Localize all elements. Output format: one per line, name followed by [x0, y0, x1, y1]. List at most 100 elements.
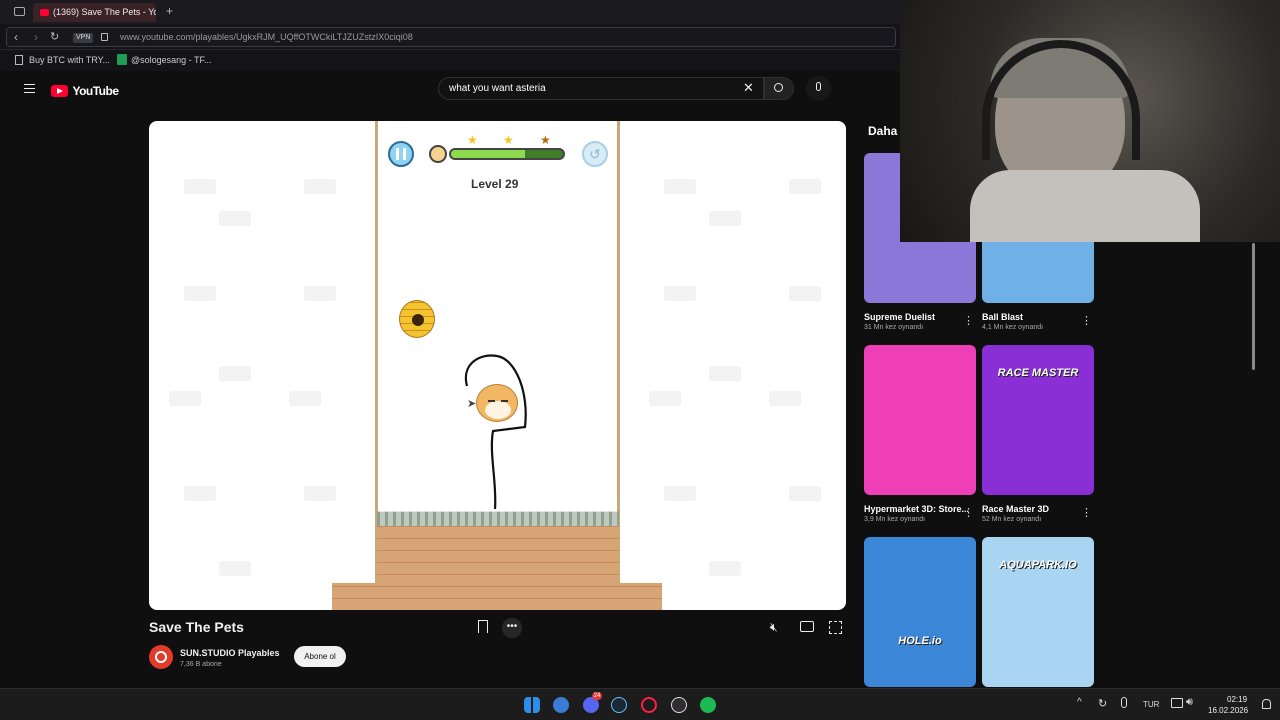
new-tab-button[interactable]: + — [163, 5, 176, 18]
bookmark-item[interactable]: @sologesang - TF... — [131, 55, 212, 65]
background-brick — [709, 366, 741, 381]
volume-icon[interactable]: 🔊︎ — [1186, 696, 1193, 709]
network-icon[interactable] — [1171, 698, 1183, 708]
video-title: Save The Pets — [149, 619, 244, 635]
game-card-title[interactable]: Hypermarket 3D: Store... — [864, 504, 969, 514]
background-brick — [304, 286, 336, 301]
brick-ground — [377, 526, 619, 610]
background-brick — [184, 286, 216, 301]
card-more-icon[interactable]: ⋮ — [1081, 315, 1092, 327]
ink-meter — [429, 145, 566, 163]
tray-chevron-icon[interactable]: ^ — [1077, 697, 1082, 708]
card-banner-text: HOLE.io — [898, 635, 942, 647]
background-brick — [709, 561, 741, 576]
channel-name[interactable]: SUN.STUDIO Playables — [180, 648, 280, 658]
game-card-title[interactable]: Race Master 3D — [982, 504, 1049, 514]
steam-icon[interactable] — [611, 697, 627, 713]
save-bookmark-button[interactable] — [476, 620, 490, 635]
notification-icon[interactable] — [1262, 699, 1271, 709]
theater-mode-icon[interactable] — [800, 621, 814, 632]
discord-badge: 24 — [592, 692, 602, 700]
more-actions-button[interactable]: ••• — [502, 618, 522, 638]
clock-date[interactable]: 16.02.2026 — [1208, 706, 1248, 715]
game-card-title[interactable]: Ball Blast — [982, 312, 1023, 322]
dog-pet-icon — [476, 384, 518, 422]
reload-icon[interactable]: ↻ — [50, 30, 59, 43]
bookmark-item[interactable]: Buy BTC with TRY... — [29, 55, 110, 65]
card-more-icon[interactable]: ⋮ — [963, 507, 974, 519]
shirt — [970, 170, 1200, 242]
subscribe-button[interactable]: Abone ol — [294, 646, 346, 667]
back-icon[interactable]: ‹ — [14, 30, 18, 44]
clock-time[interactable]: 02:19 — [1227, 695, 1247, 704]
game-card-thumbnail[interactable]: HOLE.io — [864, 537, 976, 687]
background-brick — [184, 179, 216, 194]
discord-icon[interactable]: 24 — [583, 692, 602, 713]
clear-search-icon[interactable]: ✕ — [743, 81, 754, 95]
background-brick — [184, 486, 216, 501]
sidebar-scrollbar[interactable] — [1252, 243, 1255, 370]
restart-button[interactable]: ↺ — [582, 141, 608, 167]
youtube-logo-text: YouTube — [72, 83, 119, 98]
mouse-cursor-icon: ➤ — [467, 398, 477, 410]
level-label: Level 29 — [471, 177, 519, 191]
spotify-icon[interactable] — [700, 697, 716, 713]
search-input[interactable]: what you want asteria — [438, 77, 764, 100]
beehive-icon — [399, 300, 435, 338]
windows-start-icon[interactable] — [524, 697, 540, 713]
menu-icon[interactable] — [24, 84, 35, 93]
subscriber-count: 7,36 B abone — [180, 661, 222, 668]
background-brick — [219, 211, 251, 226]
app-icon[interactable] — [553, 697, 569, 713]
game-canvas[interactable]: ★ ★ ★ ↺ Level 29 ➤ — [149, 121, 846, 610]
background-brick — [769, 391, 801, 406]
voice-search-button[interactable] — [806, 76, 831, 101]
mute-icon[interactable]: 🔇︎ — [770, 620, 778, 635]
game-card-thumbnail[interactable]: AQUAPARK.IO — [982, 537, 1094, 687]
tab-active[interactable]: (1369) Save The Pets - Yo — [33, 3, 156, 22]
card-more-icon[interactable]: ⋮ — [963, 315, 974, 327]
search-icon — [774, 83, 783, 92]
url-text[interactable]: www.youtube.com/playables/UgkxRJM_UQffOT… — [120, 32, 413, 42]
game-card-thumbnail[interactable] — [864, 345, 976, 495]
youtube-logo[interactable]: YouTube — [51, 82, 119, 98]
background-brick — [169, 391, 201, 406]
language-indicator[interactable]: TUR — [1143, 700, 1159, 709]
youtube-play-icon — [51, 84, 68, 97]
game-card-title[interactable]: Supreme Duelist — [864, 312, 935, 322]
sheets-icon — [117, 54, 127, 65]
lock-icon[interactable] — [101, 33, 108, 41]
game-card-plays: 4,1 Mn kez oynandı — [982, 324, 1044, 331]
pencil-icon — [429, 145, 447, 163]
background-brick — [789, 179, 821, 194]
forward-icon[interactable]: › — [34, 30, 38, 44]
pause-icon — [396, 148, 406, 160]
star-3-icon: ★ — [540, 133, 551, 147]
background-brick — [789, 486, 821, 501]
card-banner-text: AQUAPARK.IO — [999, 559, 1077, 571]
webcam-overlay — [900, 0, 1280, 242]
vpn-badge[interactable]: VPN — [73, 33, 94, 43]
microphone-tray-icon[interactable] — [1121, 697, 1127, 708]
pause-button[interactable] — [388, 141, 414, 167]
youtube-header: YouTube what you want asteria ✕ — [0, 71, 900, 111]
opera-gx-icon[interactable] — [641, 697, 657, 713]
sync-icon[interactable]: ↻ — [1098, 697, 1107, 710]
game-card-thumbnail[interactable]: RACE MASTER — [982, 345, 1094, 495]
star-1-icon: ★ — [467, 133, 478, 147]
background-brick — [219, 561, 251, 576]
card-banner-text: RACE MASTER — [997, 367, 1079, 379]
fullscreen-icon[interactable] — [829, 621, 842, 634]
workspaces-icon[interactable] — [14, 7, 25, 16]
card-more-icon[interactable]: ⋮ — [1081, 507, 1092, 519]
background-brick — [664, 286, 696, 301]
channel-avatar[interactable] — [149, 645, 173, 669]
game-card-plays: 31 Mn kez oynandı — [864, 324, 924, 331]
search-query: what you want asteria — [449, 83, 546, 94]
background-brick — [304, 486, 336, 501]
obs-icon[interactable] — [671, 697, 687, 713]
background-brick — [289, 391, 321, 406]
taskbar: 24 ^ ↻ TUR 🔊︎ 02:19 16.02.2026 — [0, 688, 1280, 720]
search-button[interactable] — [764, 77, 794, 100]
star-2-icon: ★ — [503, 133, 514, 147]
